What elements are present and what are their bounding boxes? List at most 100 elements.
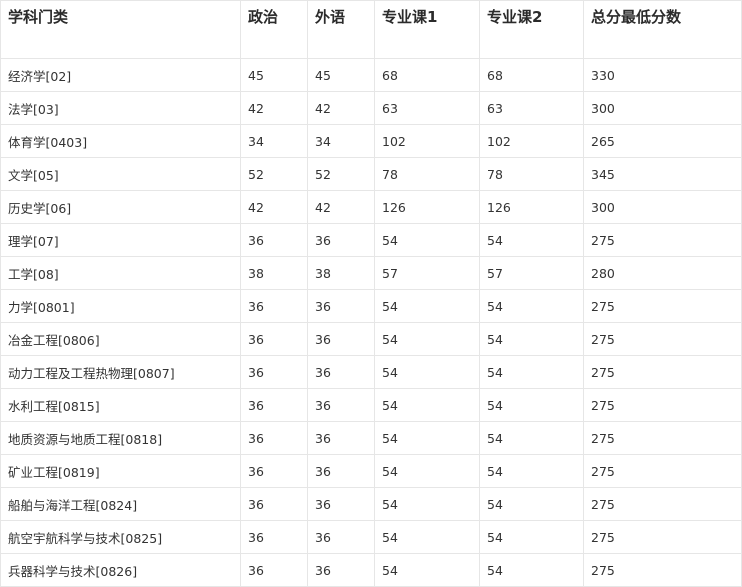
discipline-cell: 理学[07]	[0, 223, 241, 257]
total-min-score-cell: 330	[583, 58, 742, 92]
politics-cell: 52	[240, 157, 308, 191]
major-course-2-cell: 54	[479, 322, 584, 356]
header-major-course-2: 专业课2	[479, 0, 584, 59]
total-min-score-cell: 275	[583, 388, 742, 422]
major-course-2-cell: 54	[479, 421, 584, 455]
table-row: 冶金工程[0806] 36 36 54 54 275	[0, 322, 742, 356]
major-course-2-cell: 126	[479, 190, 584, 224]
foreign-language-cell: 36	[307, 289, 375, 323]
major-course-1-cell: 54	[374, 520, 480, 554]
politics-cell: 36	[240, 388, 308, 422]
table-row: 矿业工程[0819] 36 36 54 54 275	[0, 454, 742, 488]
discipline-cell: 文学[05]	[0, 157, 241, 191]
foreign-language-cell: 36	[307, 454, 375, 488]
major-course-2-cell: 57	[479, 256, 584, 290]
politics-cell: 36	[240, 454, 308, 488]
table-row: 动力工程及工程热物理[0807] 36 36 54 54 275	[0, 355, 742, 389]
total-min-score-cell: 275	[583, 421, 742, 455]
major-course-1-cell: 54	[374, 355, 480, 389]
discipline-cell: 船舶与海洋工程[0824]	[0, 487, 241, 521]
foreign-language-cell: 36	[307, 487, 375, 521]
major-course-1-cell: 54	[374, 223, 480, 257]
total-min-score-cell: 300	[583, 190, 742, 224]
foreign-language-cell: 34	[307, 124, 375, 158]
politics-cell: 42	[240, 91, 308, 125]
discipline-cell: 经济学[02]	[0, 58, 241, 92]
header-row: 学科门类 政治 外语 专业课1 专业课2 总分最低分数	[0, 0, 742, 59]
foreign-language-cell: 36	[307, 421, 375, 455]
total-min-score-cell: 345	[583, 157, 742, 191]
discipline-cell: 地质资源与地质工程[0818]	[0, 421, 241, 455]
discipline-cell: 法学[03]	[0, 91, 241, 125]
major-course-2-cell: 63	[479, 91, 584, 125]
total-min-score-cell: 275	[583, 223, 742, 257]
major-course-2-cell: 54	[479, 223, 584, 257]
major-course-1-cell: 102	[374, 124, 480, 158]
table-row: 地质资源与地质工程[0818] 36 36 54 54 275	[0, 421, 742, 455]
major-course-1-cell: 54	[374, 289, 480, 323]
major-course-2-cell: 102	[479, 124, 584, 158]
major-course-2-cell: 68	[479, 58, 584, 92]
total-min-score-cell: 275	[583, 520, 742, 554]
table-row: 理学[07] 36 36 54 54 275	[0, 223, 742, 257]
major-course-2-cell: 54	[479, 454, 584, 488]
foreign-language-cell: 42	[307, 91, 375, 125]
header-major-course-1: 专业课1	[374, 0, 480, 59]
discipline-cell: 历史学[06]	[0, 190, 241, 224]
foreign-language-cell: 45	[307, 58, 375, 92]
header-discipline: 学科门类	[0, 0, 241, 59]
major-course-1-cell: 54	[374, 421, 480, 455]
major-course-1-cell: 63	[374, 91, 480, 125]
foreign-language-cell: 36	[307, 223, 375, 257]
politics-cell: 36	[240, 289, 308, 323]
politics-cell: 36	[240, 223, 308, 257]
table-row: 水利工程[0815] 36 36 54 54 275	[0, 388, 742, 422]
foreign-language-cell: 36	[307, 520, 375, 554]
politics-cell: 36	[240, 421, 308, 455]
table-row: 历史学[06] 42 42 126 126 300	[0, 190, 742, 224]
major-course-1-cell: 54	[374, 388, 480, 422]
total-min-score-cell: 275	[583, 355, 742, 389]
major-course-1-cell: 126	[374, 190, 480, 224]
total-min-score-cell: 275	[583, 454, 742, 488]
total-min-score-cell: 300	[583, 91, 742, 125]
table-row: 力学[0801] 36 36 54 54 275	[0, 289, 742, 323]
major-course-2-cell: 78	[479, 157, 584, 191]
foreign-language-cell: 38	[307, 256, 375, 290]
total-min-score-cell: 275	[583, 322, 742, 356]
table-row: 体育学[0403] 34 34 102 102 265	[0, 124, 742, 158]
table-row: 法学[03] 42 42 63 63 300	[0, 91, 742, 125]
major-course-2-cell: 54	[479, 487, 584, 521]
politics-cell: 42	[240, 190, 308, 224]
politics-cell: 36	[240, 322, 308, 356]
header-politics: 政治	[240, 0, 308, 59]
politics-cell: 34	[240, 124, 308, 158]
major-course-2-cell: 54	[479, 520, 584, 554]
table-row: 文学[05] 52 52 78 78 345	[0, 157, 742, 191]
table-body: 经济学[02] 45 45 68 68 330 法学[03] 42 42 63 63 300 体育学[0…	[0, 58, 742, 587]
major-course-2-cell: 54	[479, 289, 584, 323]
discipline-cell: 工学[08]	[0, 256, 241, 290]
discipline-cell: 水利工程[0815]	[0, 388, 241, 422]
discipline-cell: 航空宇航科学与技术[0825]	[0, 520, 241, 554]
table-row: 船舶与海洋工程[0824] 36 36 54 54 275	[0, 487, 742, 521]
major-course-1-cell: 57	[374, 256, 480, 290]
table-header: 学科门类 政治 外语 专业课1 专业课2 总分最低分数	[0, 0, 742, 59]
major-course-1-cell: 68	[374, 58, 480, 92]
major-course-2-cell: 54	[479, 388, 584, 422]
total-min-score-cell: 265	[583, 124, 742, 158]
foreign-language-cell: 36	[307, 322, 375, 356]
politics-cell: 45	[240, 58, 308, 92]
discipline-cell: 冶金工程[0806]	[0, 322, 241, 356]
discipline-cell: 体育学[0403]	[0, 124, 241, 158]
table-row: 航空宇航科学与技术[0825] 36 36 54 54 275	[0, 520, 742, 554]
politics-cell: 38	[240, 256, 308, 290]
major-course-1-cell: 54	[374, 454, 480, 488]
major-course-1-cell: 54	[374, 487, 480, 521]
foreign-language-cell: 36	[307, 355, 375, 389]
major-course-2-cell: 54	[479, 355, 584, 389]
discipline-cell: 矿业工程[0819]	[0, 454, 241, 488]
discipline-cell: 动力工程及工程热物理[0807]	[0, 355, 241, 389]
major-course-1-cell: 78	[374, 157, 480, 191]
total-min-score-cell: 280	[583, 256, 742, 290]
